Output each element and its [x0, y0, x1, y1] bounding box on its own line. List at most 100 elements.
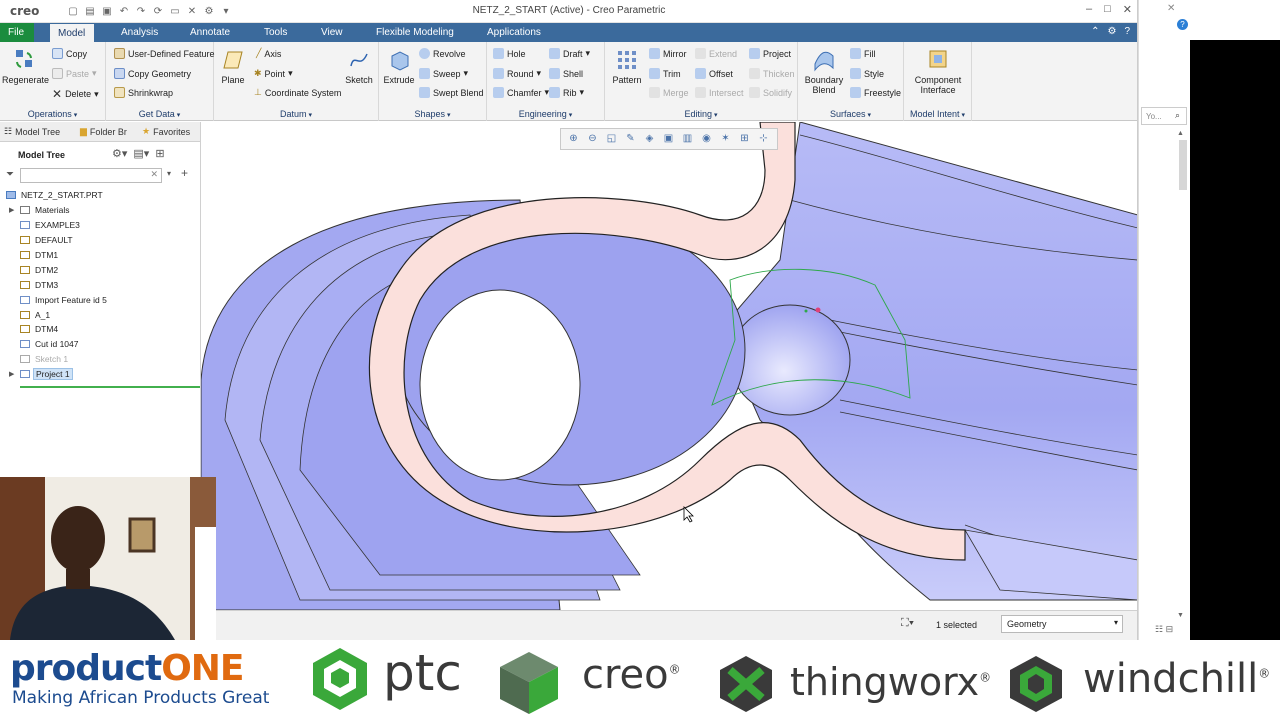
- tree-item[interactable]: EXAMPLE3: [0, 218, 200, 233]
- offset-button[interactable]: Offset: [695, 68, 733, 79]
- filter-icon[interactable]: ⏷: [6, 169, 14, 180]
- maximize-icon[interactable]: □: [1104, 3, 1111, 16]
- tree-item[interactable]: Import Feature id 5: [0, 292, 200, 307]
- copy-geometry-button[interactable]: Copy Geometry: [114, 68, 191, 79]
- tab-folder-browser[interactable]: ▆ Folder Br: [80, 126, 127, 137]
- tab-annotate[interactable]: Annotate: [182, 23, 238, 42]
- help-badge-icon[interactable]: ?: [1177, 19, 1188, 30]
- group-label-editing[interactable]: Editing: [605, 109, 797, 119]
- copy-button[interactable]: Copy: [52, 48, 87, 59]
- plane-button[interactable]: Plane: [218, 48, 248, 85]
- thicken-button[interactable]: Thicken: [749, 68, 795, 79]
- add-icon[interactable]: +: [181, 166, 188, 180]
- tab-analysis[interactable]: Analysis: [113, 23, 166, 42]
- extrude-button[interactable]: Extrude: [381, 48, 417, 85]
- graphics-viewport[interactable]: [201, 122, 1138, 610]
- revolve-button[interactable]: Revolve: [419, 48, 466, 59]
- tree-item[interactable]: DTM3: [0, 277, 200, 292]
- point-button[interactable]: ✱ Point ▾: [254, 68, 293, 79]
- intersect-button[interactable]: Intersect: [695, 87, 744, 98]
- project-button[interactable]: Project: [749, 48, 791, 59]
- scrollbar-thumb[interactable]: [1179, 140, 1187, 190]
- repaint-icon[interactable]: ✎: [623, 132, 638, 146]
- swept-blend-button[interactable]: Swept Blend: [419, 87, 484, 98]
- sketch-button[interactable]: Sketch: [342, 48, 376, 85]
- axis-button[interactable]: ╱ Axis: [256, 48, 281, 59]
- sweep-button[interactable]: Sweep ▾: [419, 68, 468, 79]
- group-label-get-data[interactable]: Get Data: [106, 109, 213, 119]
- zoom-out-icon[interactable]: ⊖: [585, 132, 600, 146]
- tab-tools[interactable]: Tools: [256, 23, 295, 42]
- group-label-engineering[interactable]: Engineering: [487, 109, 604, 119]
- spin-center-icon[interactable]: ⊹: [756, 132, 771, 146]
- clear-icon[interactable]: ✕: [150, 169, 158, 180]
- tree-item[interactable]: A_1: [0, 307, 200, 322]
- tab-view[interactable]: View: [313, 23, 351, 42]
- tab-model-tree[interactable]: ☷ Model Tree: [4, 126, 60, 137]
- help-icon[interactable]: ?: [1124, 26, 1130, 37]
- merge-button[interactable]: Merge: [649, 87, 689, 98]
- fill-button[interactable]: Fill: [850, 48, 876, 59]
- insert-indicator[interactable]: [20, 386, 200, 388]
- group-label-model-intent[interactable]: Model Intent: [904, 109, 971, 119]
- draft-button[interactable]: Draft ▾: [549, 48, 590, 59]
- freestyle-button[interactable]: Freestyle: [850, 87, 901, 98]
- tree-search-input[interactable]: ✕: [20, 168, 162, 183]
- selection-filter-dropdown[interactable]: Geometry: [1001, 615, 1123, 633]
- close-browser-icon[interactable]: ✕: [1167, 3, 1175, 14]
- tree-item[interactable]: DTM2: [0, 262, 200, 277]
- tab-applications[interactable]: Applications: [479, 23, 549, 42]
- group-label-surfaces[interactable]: Surfaces: [798, 109, 903, 119]
- expand-icon[interactable]: ▶: [9, 370, 14, 378]
- layout-icon[interactable]: ☷ ⊟: [1155, 624, 1173, 635]
- shell-button[interactable]: Shell: [549, 68, 583, 79]
- hole-button[interactable]: Hole: [493, 48, 526, 59]
- model-render[interactable]: [201, 122, 1138, 610]
- round-button[interactable]: Round ▾: [493, 68, 541, 79]
- group-label-datum[interactable]: Datum: [214, 109, 378, 119]
- tab-favorites[interactable]: ★ Favorites: [142, 126, 190, 137]
- style-button[interactable]: Style: [850, 68, 884, 79]
- tab-flexible-modeling[interactable]: Flexible Modeling: [368, 23, 462, 42]
- display-style-icon[interactable]: ◈: [642, 132, 657, 146]
- zoom-in-icon[interactable]: ⊕: [566, 132, 581, 146]
- tree-item[interactable]: ▶ Project 1: [0, 367, 200, 382]
- tree-item[interactable]: ▶ Materials: [0, 203, 200, 218]
- expand-icon[interactable]: ▶: [9, 206, 14, 214]
- paste-button[interactable]: Paste ▾: [52, 68, 97, 79]
- show-icon[interactable]: ▤▾: [133, 147, 149, 160]
- group-label-shapes[interactable]: Shapes: [379, 109, 486, 119]
- minimize-ribbon-icon[interactable]: ⌃: [1091, 26, 1099, 37]
- tree-columns-icon[interactable]: ⊞: [155, 147, 164, 160]
- tab-file[interactable]: File: [0, 23, 34, 42]
- search-options-icon[interactable]: ▾: [167, 169, 171, 178]
- pattern-button[interactable]: Pattern: [609, 48, 645, 85]
- annotation-display-icon[interactable]: ⊞: [737, 132, 752, 146]
- minimize-icon[interactable]: –: [1086, 3, 1092, 16]
- rib-button[interactable]: Rib ▾: [549, 87, 584, 98]
- trim-button[interactable]: Trim: [649, 68, 681, 79]
- scroll-down-icon[interactable]: ▼: [1177, 612, 1184, 619]
- component-interface-button[interactable]: Component Interface: [906, 48, 970, 95]
- saved-views-icon[interactable]: ▣: [661, 132, 676, 146]
- coordinate-system-button[interactable]: ⊥ Coordinate System: [254, 87, 341, 98]
- shrinkwrap-button[interactable]: Shrinkwrap: [114, 87, 173, 98]
- datum-display-icon[interactable]: ✶: [718, 132, 733, 146]
- refit-icon[interactable]: ◱: [604, 132, 619, 146]
- delete-button[interactable]: ✕ Delete ▾: [52, 87, 99, 101]
- tree-item[interactable]: NETZ_2_START.PRT: [0, 188, 200, 203]
- tree-settings-icon[interactable]: ⚙▾: [112, 147, 127, 160]
- browser-search-input[interactable]: Yo...: [1141, 107, 1187, 125]
- regenerate-button[interactable]: Regenerate: [2, 48, 49, 85]
- tree-item[interactable]: DTM1: [0, 248, 200, 263]
- tree-item[interactable]: DTM4: [0, 322, 200, 337]
- boundary-blend-button[interactable]: Boundary Blend: [802, 48, 846, 95]
- tree-item[interactable]: DEFAULT: [0, 233, 200, 248]
- tree-item[interactable]: Sketch 1: [0, 352, 200, 367]
- mirror-button[interactable]: Mirror: [649, 48, 687, 59]
- close-icon[interactable]: ✕: [1123, 3, 1132, 16]
- chamfer-button[interactable]: Chamfer ▾: [493, 87, 549, 98]
- perspective-icon[interactable]: ◉: [699, 132, 714, 146]
- search-icon[interactable]: ⌕: [1175, 110, 1180, 121]
- selection-filter-icon[interactable]: ⛶▾: [901, 617, 914, 630]
